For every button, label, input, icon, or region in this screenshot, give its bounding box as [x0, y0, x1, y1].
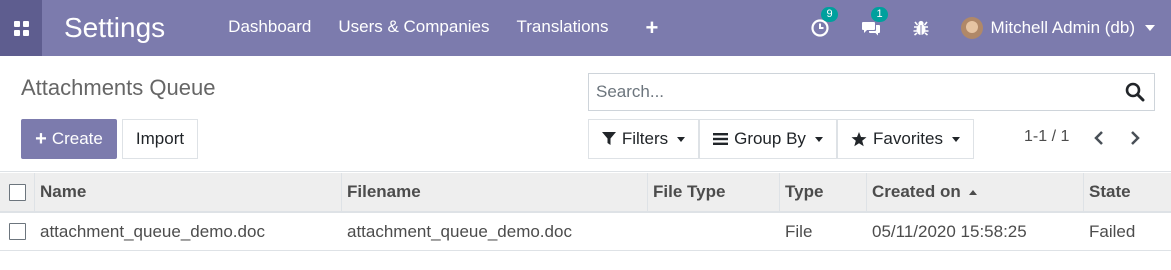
user-name: Mitchell Admin (db) — [990, 18, 1135, 37]
main-menu: Dashboard Users & Companies Translations… — [228, 17, 685, 39]
top-navbar: Settings Dashboard Users & Companies Tra… — [0, 0, 1171, 56]
filters-button[interactable]: Filters — [588, 119, 699, 159]
column-header-file-type[interactable]: File Type — [648, 173, 780, 211]
menu-item-translations[interactable]: Translations — [517, 17, 609, 39]
import-button[interactable]: Import — [122, 119, 198, 159]
table-row[interactable]: attachment_queue_demo.doc attachment_que… — [0, 213, 1171, 251]
column-header-state[interactable]: State — [1084, 173, 1171, 211]
control-panel: Attachments Queue + Create Import Filter… — [0, 56, 1171, 172]
select-all-checkbox[interactable] — [8, 183, 26, 201]
sort-ascending-icon — [968, 189, 977, 195]
filter-icon — [601, 132, 616, 146]
pager-next-button[interactable] — [1124, 126, 1146, 150]
systray: 9 1 Mitchell Admin (db) — [811, 0, 1171, 56]
user-menu[interactable]: Mitchell Admin (db) — [961, 17, 1155, 39]
search-bar — [588, 73, 1155, 111]
debug-menu[interactable] — [913, 19, 929, 37]
menu-item-more[interactable]: + — [645, 17, 658, 39]
filters-label: Filters — [621, 129, 669, 148]
import-button-label: Import — [135, 129, 185, 148]
cell-type[interactable]: File — [780, 213, 867, 250]
app-title[interactable]: Settings — [64, 12, 165, 44]
favorites-button[interactable]: Favorites — [837, 119, 974, 159]
chevron-right-icon — [1131, 131, 1140, 145]
search-icon[interactable] — [1116, 75, 1154, 109]
plus-icon: + — [35, 128, 47, 150]
column-header-name[interactable]: Name — [35, 173, 342, 211]
menu-item-users-companies[interactable]: Users & Companies — [338, 17, 489, 39]
messaging-menu[interactable]: 1 — [861, 7, 888, 37]
list-view: Name Filename File Type Type Created on … — [0, 173, 1171, 251]
group-by-button[interactable]: Group By — [699, 119, 837, 159]
bug-icon — [913, 20, 929, 36]
cell-file-type[interactable] — [648, 213, 780, 250]
apps-menu-button[interactable] — [0, 0, 42, 56]
column-header-created-on-label: Created on — [872, 182, 961, 201]
breadcrumb: Attachments Queue — [21, 75, 216, 100]
row-checkbox[interactable] — [9, 223, 26, 240]
create-button[interactable]: + Create — [21, 119, 117, 159]
chevron-down-icon — [951, 136, 960, 142]
chevron-down-icon — [677, 136, 686, 142]
activity-menu[interactable]: 9 — [811, 7, 838, 37]
cell-name[interactable]: attachment_queue_demo.doc — [35, 213, 342, 250]
avatar — [961, 17, 984, 39]
select-all-cell — [0, 173, 35, 211]
search-input[interactable] — [589, 75, 1116, 109]
column-header-created-on[interactable]: Created on — [867, 173, 1084, 211]
activity-count-badge: 9 — [821, 7, 838, 22]
create-button-label: Create — [51, 129, 103, 148]
chevron-down-icon — [1145, 25, 1155, 31]
favorites-label: Favorites — [873, 129, 943, 148]
column-header-type[interactable]: Type — [780, 173, 867, 211]
cell-created-on[interactable]: 05/11/2020 15:58:25 — [867, 213, 1084, 250]
table-header: Name Filename File Type Type Created on … — [0, 173, 1171, 213]
apps-grid-icon — [13, 20, 29, 36]
row-select-cell — [0, 213, 35, 250]
list-icon — [713, 133, 729, 145]
pager-previous-button[interactable] — [1088, 126, 1110, 150]
star-icon — [851, 131, 867, 147]
column-header-filename[interactable]: Filename — [342, 173, 648, 211]
messages-count-badge: 1 — [871, 7, 888, 22]
chevron-left-icon — [1094, 131, 1103, 145]
group-by-label: Group By — [734, 129, 806, 148]
chevron-down-icon — [814, 136, 823, 142]
menu-item-dashboard[interactable]: Dashboard — [228, 17, 311, 39]
cell-state[interactable]: Failed — [1084, 213, 1171, 250]
pager-value[interactable]: 1-1 / 1 — [1024, 128, 1069, 146]
cell-filename[interactable]: attachment_queue_demo.doc — [342, 213, 648, 250]
